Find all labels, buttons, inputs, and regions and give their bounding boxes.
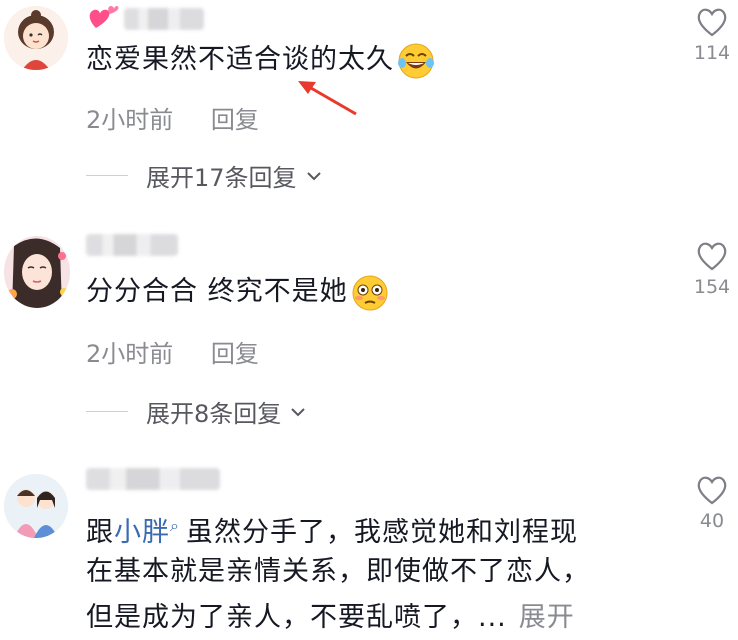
like-button[interactable]: 114 xyxy=(692,6,732,64)
like-count: 114 xyxy=(693,42,731,64)
chevron-down-icon xyxy=(306,171,321,180)
timestamp: 2小时前 xyxy=(86,340,174,368)
heart-outline-icon xyxy=(697,8,727,37)
expand-replies-button[interactable]: 展开8条回复 xyxy=(86,394,307,429)
comment-text-line-2: 在基本就是亲情关系，即使做不了恋人， xyxy=(86,556,590,587)
comment-meta: 2小时前 回复 xyxy=(86,100,259,135)
divider xyxy=(86,411,128,412)
divider xyxy=(86,175,128,176)
heart-outline-icon xyxy=(697,476,727,505)
like-count: 40 xyxy=(699,510,725,532)
expand-replies-button[interactable]: 展开17条回复 xyxy=(86,158,323,193)
timestamp: 2小时前 xyxy=(86,106,174,134)
heart-badge-icon xyxy=(89,6,119,28)
username-blurred[interactable] xyxy=(124,8,204,30)
avatar[interactable] xyxy=(4,474,68,538)
comment-text: 分分合合 终究不是她 xyxy=(86,270,390,314)
expand-text-button[interactable]: 展开 xyxy=(519,602,575,633)
comment-text-line-3: 但是成为了亲人，不要乱喷了，... 展开 xyxy=(86,602,575,633)
username-blurred[interactable] xyxy=(86,468,220,490)
chevron-down-icon xyxy=(291,407,305,416)
heart-outline-icon xyxy=(697,242,727,271)
laughing-tears-emoji-icon xyxy=(398,43,434,78)
like-count: 154 xyxy=(693,276,731,298)
comment-meta: 2小时前 回复 xyxy=(86,334,259,369)
reply-button[interactable]: 回复 xyxy=(211,340,259,368)
avatar[interactable] xyxy=(4,6,68,70)
comment-text-line-1: 跟小胖⌕ 虽然分手了，我感觉她和刘程现 xyxy=(86,516,578,548)
annotation-arrow-icon xyxy=(298,81,357,116)
search-icon: ⌕ xyxy=(170,516,180,535)
like-button[interactable]: 40 xyxy=(692,474,732,532)
mention-link[interactable]: 小胖 xyxy=(114,517,170,548)
like-button[interactable]: 154 xyxy=(692,240,732,298)
reply-button[interactable]: 回复 xyxy=(211,106,259,134)
comment-text: 恋爱果然不适合谈的太久 xyxy=(86,38,436,82)
username-blurred[interactable] xyxy=(86,234,178,256)
expand-replies-label: 展开8条回复 xyxy=(146,400,282,428)
flushed-face-emoji-icon xyxy=(352,275,388,310)
expand-replies-label: 展开17条回复 xyxy=(146,164,297,192)
avatar[interactable] xyxy=(4,236,70,308)
